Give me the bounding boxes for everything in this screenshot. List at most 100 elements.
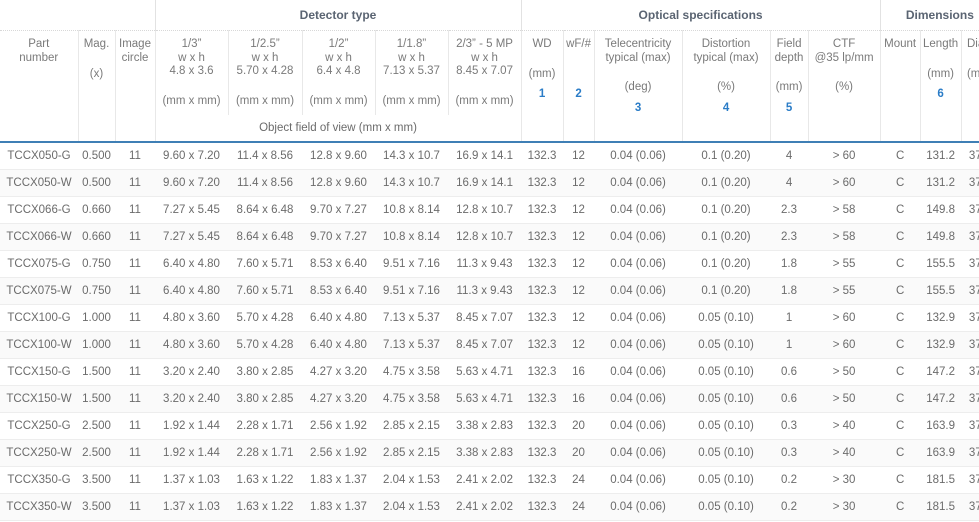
cell-ctf: > 40	[808, 413, 880, 440]
header-field-depth-line1: Field	[777, 38, 802, 50]
cell-field-depth: 1.8	[770, 278, 808, 305]
header-length-unit: (mm)	[921, 68, 961, 82]
cell-magnification: 0.500	[78, 142, 115, 170]
cell-part-number[interactable]: TCCX100-G	[0, 305, 78, 332]
cell-part-number[interactable]: TCCX050-G	[0, 142, 78, 170]
cell-field-depth: 4	[770, 170, 808, 197]
cell-working-distance: 132.3	[521, 494, 563, 521]
cell-magnification: 3.500	[78, 467, 115, 494]
cell-working-distance: 132.3	[521, 440, 563, 467]
header-telecentricity-line2: typical (max)	[605, 52, 670, 64]
cell-fov-detector-1-1-8: 9.51 x 7.16	[375, 251, 448, 278]
cell-fov-detector-2-3-5mp: 5.63 x 4.71	[448, 359, 521, 386]
cell-image-circle: 11	[115, 197, 155, 224]
cell-fov-detector-1-1-8: 2.04 x 1.53	[375, 494, 448, 521]
cell-ctf: > 50	[808, 386, 880, 413]
header-detector-2-3-5mp-dims: 8.45 x 7.07	[456, 65, 513, 77]
cell-working-fnumber: 12	[563, 224, 594, 251]
header-detector-1-2-5-dims: 5.70 x 4.28	[237, 65, 294, 77]
cell-working-distance: 132.3	[521, 142, 563, 170]
table-row: TCCX100-G1.000114.80 x 3.605.70 x 4.286.…	[0, 305, 979, 332]
cell-length: 147.2	[920, 359, 961, 386]
header-length: Length (mm) 6	[920, 31, 961, 116]
header-field-depth-footnote-ref[interactable]: 5	[771, 102, 808, 116]
cell-distortion: 0.1 (0.20)	[682, 170, 770, 197]
header-length-label: Length	[923, 38, 958, 50]
header-diameter: Diam (mm)	[961, 31, 979, 116]
cell-part-number[interactable]: TCCX150-W	[0, 386, 78, 413]
cell-fov-detector-1-2-5: 5.70 x 4.28	[228, 305, 302, 332]
cell-part-number[interactable]: TCCX350-W	[0, 494, 78, 521]
ofv-blank-mag	[78, 115, 115, 142]
cell-image-circle: 11	[115, 278, 155, 305]
cell-part-number[interactable]: TCCX066-G	[0, 197, 78, 224]
cell-fov-detector-1-2: 12.8 x 9.60	[302, 170, 375, 197]
cell-fov-detector-2-3-5mp: 3.38 x 2.83	[448, 440, 521, 467]
cell-field-depth: 2.3	[770, 224, 808, 251]
cell-working-fnumber: 12	[563, 278, 594, 305]
header-working-fnumber-label: wF/#	[566, 38, 591, 50]
object-field-of-view-caption: Object field of view (mm x mm)	[155, 115, 521, 142]
cell-working-fnumber: 20	[563, 440, 594, 467]
header-diameter-label: Diam	[967, 38, 979, 50]
cell-part-number[interactable]: TCCX250-W	[0, 440, 78, 467]
header-detector-1-2-dims: 6.4 x 4.8	[316, 65, 360, 77]
table-row: TCCX250-W2.500111.92 x 1.442.28 x 1.712.…	[0, 440, 979, 467]
header-detector-1-3-unit: (mm x mm)	[156, 95, 228, 109]
cell-distortion: 0.1 (0.20)	[682, 278, 770, 305]
cell-part-number[interactable]: TCCX350-G	[0, 467, 78, 494]
cell-fov-detector-2-3-5mp: 11.3 x 9.43	[448, 278, 521, 305]
header-length-footnote-ref[interactable]: 6	[921, 88, 961, 102]
header-ctf-line1: CTF	[833, 38, 855, 50]
cell-part-number[interactable]: TCCX066-W	[0, 224, 78, 251]
cell-fov-detector-1-2-5: 1.63 x 1.22	[228, 467, 302, 494]
header-telecentricity-line1: Telecentricity	[605, 38, 671, 50]
cell-fov-detector-2-3-5mp: 8.45 x 7.07	[448, 305, 521, 332]
cell-telecentricity: 0.04 (0.06)	[594, 278, 682, 305]
header-telecentricity-footnote-ref[interactable]: 3	[595, 102, 682, 116]
cell-ctf: > 60	[808, 170, 880, 197]
cell-diameter: 37.7	[961, 305, 979, 332]
cell-working-fnumber: 12	[563, 197, 594, 224]
header-detector-1-1-8-dims: 7.13 x 5.37	[383, 65, 440, 77]
cell-fov-detector-1-1-8: 14.3 x 10.7	[375, 170, 448, 197]
header-image-circle-line1: Image	[119, 38, 151, 50]
cell-ctf: > 55	[808, 278, 880, 305]
ofv-blank-distortion	[682, 115, 770, 142]
header-detector-1-1-8-wxh: w x h	[398, 52, 425, 64]
cell-fov-detector-2-3-5mp: 11.3 x 9.43	[448, 251, 521, 278]
header-distortion-footnote-ref[interactable]: 4	[683, 102, 770, 116]
cell-part-number[interactable]: TCCX075-G	[0, 251, 78, 278]
cell-fov-detector-1-1-8: 2.04 x 1.53	[375, 467, 448, 494]
cell-part-number[interactable]: TCCX250-G	[0, 413, 78, 440]
cell-fov-detector-1-3: 9.60 x 7.20	[155, 142, 228, 170]
header-working-distance-footnote-ref[interactable]: 1	[522, 88, 563, 102]
cell-working-distance: 132.3	[521, 197, 563, 224]
cell-part-number[interactable]: TCCX050-W	[0, 170, 78, 197]
cell-mount: C	[880, 467, 920, 494]
cell-fov-detector-1-2-5: 8.64 x 6.48	[228, 224, 302, 251]
cell-image-circle: 11	[115, 440, 155, 467]
cell-part-number[interactable]: TCCX100-W	[0, 332, 78, 359]
cell-magnification: 0.750	[78, 278, 115, 305]
cell-telecentricity: 0.04 (0.06)	[594, 170, 682, 197]
cell-fov-detector-1-2: 8.53 x 6.40	[302, 251, 375, 278]
header-field-depth-line2: depth	[775, 52, 804, 64]
cell-diameter: 37.7	[961, 251, 979, 278]
cell-image-circle: 11	[115, 359, 155, 386]
cell-working-distance: 132.3	[521, 170, 563, 197]
cell-mount: C	[880, 251, 920, 278]
cell-fov-detector-1-1-8: 10.8 x 8.14	[375, 197, 448, 224]
cell-part-number[interactable]: TCCX075-W	[0, 278, 78, 305]
cell-working-fnumber: 12	[563, 251, 594, 278]
header-part-number-line1: Part	[28, 38, 49, 50]
cell-fov-detector-1-1-8: 4.75 x 3.58	[375, 386, 448, 413]
cell-fov-detector-1-2: 9.70 x 7.27	[302, 197, 375, 224]
cell-distortion: 0.1 (0.20)	[682, 251, 770, 278]
ofv-blank-mount	[880, 115, 920, 142]
cell-fov-detector-1-2: 4.27 x 3.20	[302, 359, 375, 386]
cell-length: 149.8	[920, 197, 961, 224]
cell-image-circle: 11	[115, 224, 155, 251]
header-working-fnumber-footnote-ref[interactable]: 2	[564, 88, 594, 102]
cell-part-number[interactable]: TCCX150-G	[0, 359, 78, 386]
